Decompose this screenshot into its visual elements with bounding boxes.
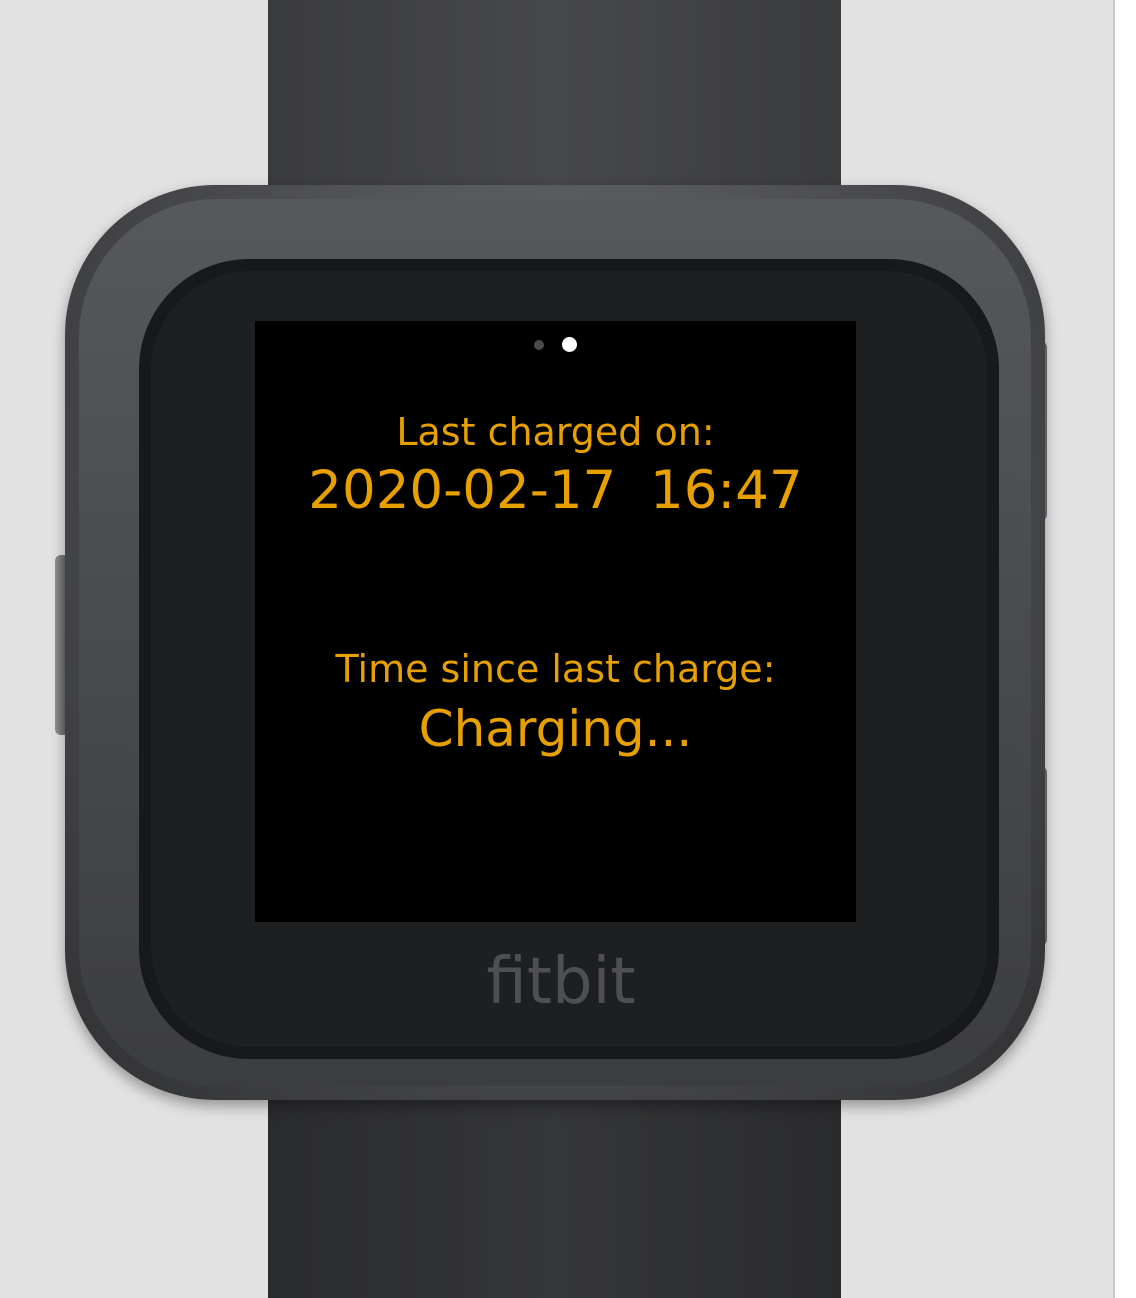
fitbit-logo: fitbit	[486, 945, 636, 1019]
page-indicator	[0, 337, 1110, 352]
page-dot-1	[533, 339, 544, 350]
time-since-label: Time since last charge:	[335, 647, 776, 691]
watch-band-bottom	[268, 1075, 841, 1298]
time-since-value: Charging...	[418, 700, 693, 758]
emulator-stage: Last charged on: 2020-02-17 16:47 Time s…	[0, 0, 1136, 1298]
side-panel	[1115, 0, 1136, 1298]
last-charged-value: 2020-02-17 16:47	[308, 460, 803, 521]
page-dot-2-active	[561, 337, 577, 352]
last-charged-label: Last charged on:	[396, 410, 715, 454]
watch-band-top	[268, 0, 841, 215]
